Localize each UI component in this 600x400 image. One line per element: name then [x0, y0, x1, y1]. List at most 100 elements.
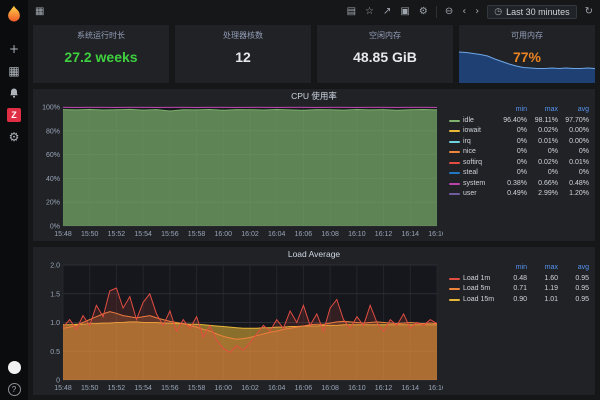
svg-text:16:02: 16:02 [241, 231, 259, 238]
star-icon[interactable]: ☆ [364, 5, 375, 19]
legend-max: 1.60 [527, 274, 558, 285]
bell-icon [8, 87, 20, 99]
legend-row[interactable]: system0.38%0.66%0.48% [449, 179, 589, 190]
svg-text:16:00: 16:00 [215, 385, 233, 392]
legend-series-color [449, 151, 460, 153]
legend-avg: 97.70% [558, 116, 589, 127]
user-avatar[interactable] [8, 361, 21, 374]
legend-row[interactable]: iowait0%0.02%0.00% [449, 126, 589, 137]
svg-text:16:06: 16:06 [295, 231, 313, 238]
legend-row[interactable]: idle96.40%98.11%97.70% [449, 116, 589, 127]
legend-max: 0% [527, 147, 558, 158]
settings-gear-icon[interactable]: ⚙ [418, 5, 429, 19]
legend-header: minmaxavg [449, 105, 589, 116]
legend-row[interactable]: nice0%0%0% [449, 147, 589, 158]
topbar-divider [436, 6, 437, 18]
dashboard-main: ▦ ▤ ☆ ↗ ▣ ⚙ ⊖ ‹ › ◷ Last 30 minutes ↻ 系统… [28, 0, 600, 400]
legend-series-name[interactable]: user [449, 189, 496, 200]
legend-max: 0.02% [527, 126, 558, 137]
panel-title[interactable]: Load Average [33, 247, 595, 261]
refresh-icon[interactable]: ↻ [584, 5, 594, 19]
legend-min: 0% [496, 147, 527, 158]
time-forward-icon[interactable]: › [474, 5, 480, 19]
stat-value: 48.85 GiB [317, 49, 453, 65]
configuration-gear-icon[interactable]: ⚙ [9, 130, 20, 144]
svg-text:15:52: 15:52 [108, 385, 126, 392]
legend-max: 98.11% [527, 116, 558, 127]
legend-avg: 0.00% [558, 126, 589, 137]
zoom-out-icon[interactable]: ⊖ [444, 5, 454, 19]
svg-text:15:54: 15:54 [134, 385, 152, 392]
legend-row[interactable]: Load 1m0.481.600.95 [449, 274, 589, 285]
org-avatar[interactable]: Z [7, 108, 21, 122]
dashboard-topbar: ▦ ▤ ☆ ↗ ▣ ⚙ ⊖ ‹ › ◷ Last 30 minutes ↻ [32, 0, 596, 24]
legend-series-color [449, 299, 460, 301]
legend-series-color [449, 120, 460, 122]
legend-series-color [449, 183, 460, 185]
legend-row[interactable]: irq0%0.01%0.00% [449, 137, 589, 148]
stat-panel-cpu-cores: 处理器核数 12 [174, 24, 312, 84]
sidebar: + ▦ Z ⚙ ? [0, 0, 28, 400]
svg-text:16:12: 16:12 [375, 231, 393, 238]
stat-panel-free-memory: 空闲内存 48.85 GiB [316, 24, 454, 84]
svg-text:100%: 100% [42, 105, 60, 112]
legend-series-name[interactable]: steal [449, 168, 496, 179]
legend-row[interactable]: Load 5m0.711.190.95 [449, 284, 589, 295]
time-range-picker[interactable]: ◷ Last 30 minutes [487, 5, 576, 19]
legend-min: 0.48 [496, 274, 527, 285]
legend-series-color [449, 278, 460, 280]
legend-row[interactable]: softirq0%0.02%0.01% [449, 158, 589, 169]
legend-series-name[interactable]: softirq [449, 158, 496, 169]
save-icon[interactable]: ▣ [399, 5, 410, 19]
legend-avg: 0.95 [558, 284, 589, 295]
legend-series-name[interactable]: Load 5m [449, 284, 496, 295]
legend-header-cell: avg [558, 105, 589, 116]
create-plus-icon[interactable]: + [9, 42, 19, 56]
legend-series-name[interactable]: Load 1m [449, 274, 496, 285]
legend-row[interactable]: user0.49%2.99%1.20% [449, 189, 589, 200]
legend-series-name[interactable]: system [449, 179, 496, 190]
legend-header-cell: avg [558, 263, 589, 274]
svg-text:16:08: 16:08 [321, 231, 339, 238]
panel-title[interactable]: CPU 使用率 [33, 89, 595, 103]
stat-value: 77% [459, 49, 595, 65]
svg-text:15:52: 15:52 [108, 231, 126, 238]
time-back-icon[interactable]: ‹ [461, 5, 467, 19]
dashboard-grid-icon[interactable]: ▦ [34, 5, 45, 19]
legend-min: 0.90 [496, 295, 527, 306]
panel-title[interactable]: 空闲内存 [317, 30, 453, 41]
legend-series-name[interactable]: nice [449, 147, 496, 158]
svg-text:1.0: 1.0 [50, 320, 60, 327]
legend-header-cell: min [496, 263, 527, 274]
legend-avg: 0.00% [558, 137, 589, 148]
legend-header-cell: max [527, 105, 558, 116]
cpu-usage-chart[interactable]: 0%20%40%60%80%100%15:4815:5015:5215:5415… [37, 103, 443, 239]
dashboards-icon[interactable]: ▦ [8, 64, 19, 78]
legend-row[interactable]: Load 15m0.901.010.95 [449, 295, 589, 306]
alerting-bell-icon[interactable] [8, 86, 20, 100]
svg-text:2.0: 2.0 [50, 263, 60, 270]
svg-text:15:54: 15:54 [134, 231, 152, 238]
legend-min: 0% [496, 168, 527, 179]
svg-text:15:50: 15:50 [81, 231, 99, 238]
legend-series-name[interactable]: iowait [449, 126, 496, 137]
add-panel-icon[interactable]: ▤ [346, 5, 357, 19]
legend-avg: 1.20% [558, 189, 589, 200]
help-icon[interactable]: ? [8, 383, 21, 396]
grafana-app: + ▦ Z ⚙ ? ▦ ▤ ☆ ↗ ▣ ⚙ ⊖ [0, 0, 600, 400]
legend-series-name[interactable]: irq [449, 137, 496, 148]
panel-title[interactable]: 系统运行时长 [33, 30, 169, 41]
legend-series-name[interactable]: idle [449, 116, 496, 127]
svg-text:16:10: 16:10 [348, 231, 366, 238]
load-average-chart[interactable]: 00.51.01.52.015:4815:5015:5215:5415:5615… [37, 261, 443, 393]
legend-series-name[interactable]: Load 15m [449, 295, 496, 306]
legend-series-color [449, 288, 460, 290]
panel-title[interactable]: 可用内存 [459, 30, 595, 41]
legend-series-color [449, 172, 460, 174]
panel-title[interactable]: 处理器核数 [175, 30, 311, 41]
grafana-logo[interactable] [4, 4, 24, 24]
share-icon[interactable]: ↗ [382, 5, 392, 19]
legend-max: 1.01 [527, 295, 558, 306]
legend-avg: 0.01% [558, 158, 589, 169]
legend-row[interactable]: steal0%0%0% [449, 168, 589, 179]
